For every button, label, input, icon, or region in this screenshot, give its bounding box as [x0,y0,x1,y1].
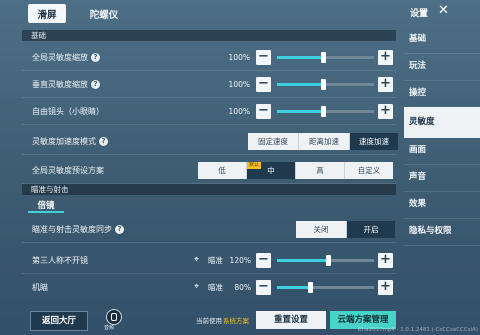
close-icon[interactable]: ✕ [438,3,449,18]
sidebar-item-basic[interactable]: 基础 [404,26,480,54]
help-icon[interactable]: ? [91,53,100,62]
crosshair-icon: ⌖ [194,255,200,265]
row-acceleration-mode: 灵敏度加速度模式? 固定速度 距离加速 速度加速 [22,128,398,155]
slider-fill [277,286,311,289]
sidebar-title: 设置 [410,9,429,19]
option-speed-accel[interactable]: 速度加速 [350,133,398,150]
value-label: 100% [228,53,250,62]
row-label: 自由镜头（小眼睛） [32,107,104,116]
option-distance-accel[interactable]: 距离加速 [299,133,350,150]
section-header-basic: 基础 [22,30,396,41]
default-badge: 默认 [247,162,262,169]
option-custom[interactable]: 自定义 [345,162,393,179]
row-label: 垂直灵敏度缩放? [32,71,100,98]
row-mechanical-sight: 机瞄 ⌖ 瞄准 80% − + [22,274,396,301]
decrease-button[interactable]: − [256,50,271,65]
row-aim-shoot-sync: 瞄准与射击灵敏度同步? 关闭 开启 [22,216,396,243]
row-sensitivity-preset: 全局灵敏度预设方案 低 中 默认 高 自定义 [22,157,396,184]
option-on[interactable]: 开启 [347,221,395,238]
back-to-lobby-button[interactable]: 返回大厅 [30,311,88,331]
voice-icon[interactable] [106,309,122,325]
option-fixed-speed[interactable]: 固定速度 [248,133,299,150]
slider-fill [277,83,324,86]
increase-button[interactable]: + [378,50,393,65]
slider[interactable] [277,79,374,90]
sidebar-header: 设置 ✕ [404,0,480,26]
bottom-bar: 返回大厅 音频 当前使用 系统方案 重置设置 云端方案管理 [0,307,404,335]
crosshair-icon: ⌖ [194,282,200,292]
slider[interactable] [277,52,374,63]
value-label: 80% [234,283,251,292]
option-off[interactable]: 关闭 [296,221,347,238]
row-label: 第三人称不开镜 [32,256,88,265]
sidebar-item-gameplay[interactable]: 玩法 [404,53,480,81]
slider[interactable] [277,282,374,293]
option-high[interactable]: 高 [296,162,345,179]
row-vertical-sensitivity-zoom: 垂直灵敏度缩放? 100% − + [22,71,396,98]
tab-gyroscope[interactable]: 陀螺仪 [80,4,128,23]
slider-fill [277,56,324,59]
aim-prefix: 瞄准 [208,256,223,265]
preset-selector: 低 中 默认 高 自定义 [198,162,393,179]
aim-sync-selector: 关闭 开启 [296,221,395,238]
slider[interactable] [277,106,374,117]
row-label: 全局灵敏度缩放? [32,44,100,71]
slider-fill [277,259,329,262]
value-label: 100% [228,80,250,89]
increase-button[interactable]: + [378,280,393,295]
increase-button[interactable]: + [378,77,393,92]
slider-handle[interactable] [308,282,314,293]
sidebar-item-effects[interactable]: 效果 [404,191,480,219]
decrease-button[interactable]: − [256,253,271,268]
row-global-sensitivity-zoom: 全局灵敏度缩放? 100% − + [22,44,396,71]
slider-handle[interactable] [321,79,327,90]
current-scheme-name: 系统方案 [223,317,249,325]
help-icon[interactable]: ? [99,137,108,146]
aim-prefix: 瞄准 [208,283,223,292]
decrease-button[interactable]: − [256,280,271,295]
row-label: 灵敏度加速度模式? [32,128,108,155]
row-third-person-no-scope: 第三人称不开镜 ⌖ 瞄准 120% − + [22,247,396,274]
row-label: 瞄准与射击灵敏度同步? [32,216,124,243]
slider-handle[interactable] [325,255,331,266]
slider[interactable] [277,255,374,266]
value-label: 120% [229,256,251,265]
slider-handle[interactable] [321,52,327,63]
settings-main-panel: 滑屏 陀螺仪 基础 全局灵敏度缩放? 100% − + 垂直灵敏度缩放? 100… [0,0,404,335]
watermark: ID:a2017mp4 · 1.0.1.2481 (·CsCCsaCCCsiA) [357,327,479,333]
help-icon[interactable]: ? [91,80,100,89]
section-header-aim-shoot: 瞄准与射击 [22,184,396,195]
option-low[interactable]: 低 [198,162,247,179]
acceleration-mode-selector: 固定速度 距离加速 速度加速 [248,133,398,150]
increase-button[interactable]: + [378,253,393,268]
sidebar-item-graphics[interactable]: 画面 [404,137,480,165]
decrease-button[interactable]: − [256,77,271,92]
voice-label: 音频 [104,325,115,331]
slider-handle[interactable] [321,106,327,117]
slider-fill [277,110,324,113]
increase-button[interactable]: + [378,104,393,119]
sidebar-item-privacy[interactable]: 隐私与权限 [404,218,480,246]
sidebar-item-controls[interactable]: 操控 [404,80,480,108]
sidebar-item-sound[interactable]: 声音 [404,164,480,192]
option-medium[interactable]: 中 默认 [247,162,296,179]
tab-touch-screen[interactable]: 滑屏 [28,4,66,23]
help-icon[interactable]: ? [115,225,124,234]
reset-settings-button[interactable]: 重置设置 [256,311,326,329]
sidebar-item-sensitivity[interactable]: 灵敏度 [404,107,480,138]
current-scheme-caption: 当前使用 [196,317,222,325]
row-label: 全局灵敏度预设方案 [32,166,104,175]
tab-scope[interactable]: 倍镜 [28,199,64,213]
value-label: 100% [228,107,250,116]
row-free-look-camera: 自由镜头（小眼睛） 100% − + [22,98,396,125]
settings-sidebar: 设置 ✕ 基础 玩法 操控 灵敏度 画面 声音 效果 隐私与权限 [404,0,480,335]
decrease-button[interactable]: − [256,104,271,119]
row-label: 机瞄 [32,283,48,292]
